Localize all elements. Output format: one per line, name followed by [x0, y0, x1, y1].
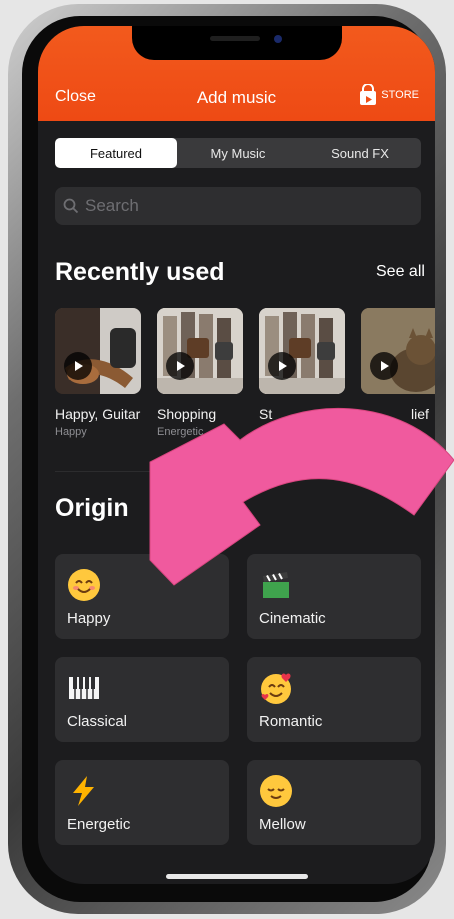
track-thumbnail: [361, 308, 435, 394]
track-name: lief: [411, 406, 429, 422]
mood-label: Energetic: [67, 816, 131, 833]
track-name: Shopping: [157, 406, 217, 422]
track-name: St: [259, 406, 273, 422]
lightning-bolt-icon: [73, 776, 94, 806]
app-screen: Close Add music STORE Featured My Music …: [38, 26, 435, 884]
recently-used-heading: Recently used: [55, 258, 225, 286]
segmented-tabs: Featured My Music Sound FX: [55, 138, 421, 168]
track-card[interactable]: St: [259, 308, 345, 425]
mood-card-happy[interactable]: Happy: [55, 554, 229, 639]
mood-label: Romantic: [259, 713, 323, 730]
track-mood: Energetic: [157, 426, 204, 438]
tab-my-music[interactable]: My Music: [177, 138, 299, 168]
play-button[interactable]: [370, 352, 398, 380]
store-label: STORE: [381, 89, 419, 101]
mood-label: Cinematic: [259, 610, 326, 627]
shopping-bag-icon: [360, 84, 377, 105]
mood-card-cinematic[interactable]: Cinematic: [247, 554, 421, 639]
search-icon: [63, 198, 79, 214]
play-icon: [177, 361, 185, 371]
track-name: Happy, Guitar: [55, 406, 141, 422]
mood-card-romantic[interactable]: Romantic: [247, 657, 421, 742]
mood-card-energetic[interactable]: Energetic: [55, 760, 229, 845]
recent-tracks-row: Happy, Guitar Happy Shopping Energetic S…: [55, 308, 435, 468]
section-divider: [55, 471, 421, 472]
track-card[interactable]: Happy, Guitar Happy: [55, 308, 141, 438]
piano-keys-icon: [69, 677, 99, 699]
mood-label: Happy: [67, 610, 111, 627]
see-all-link[interactable]: See all: [376, 263, 425, 281]
play-icon: [75, 361, 83, 371]
home-indicator[interactable]: [166, 874, 308, 879]
track-mood: Happy: [55, 426, 87, 438]
front-camera: [274, 35, 282, 43]
speaker-grille: [210, 36, 260, 41]
play-button[interactable]: [268, 352, 296, 380]
relieved-face-icon: [260, 775, 292, 807]
search-input[interactable]: [83, 195, 387, 217]
tab-featured[interactable]: Featured: [55, 138, 177, 168]
store-button[interactable]: STORE: [358, 84, 419, 106]
smiling-face-icon: [68, 569, 100, 601]
play-button[interactable]: [166, 352, 194, 380]
play-icon: [381, 361, 389, 371]
clapper-board-icon: [263, 572, 289, 598]
play-button[interactable]: [64, 352, 92, 380]
search-bar[interactable]: [55, 187, 421, 225]
mood-card-classical[interactable]: Classical: [55, 657, 229, 742]
mood-label: Classical: [67, 713, 128, 730]
mood-card-mellow[interactable]: Mellow: [247, 760, 421, 845]
device-notch: [132, 26, 342, 60]
smiling-face-with-hearts-icon: [261, 673, 291, 704]
track-card[interactable]: lief: [361, 308, 435, 425]
originals-heading: Origin: [55, 494, 129, 522]
mood-label: Mellow: [259, 816, 306, 833]
play-icon: [279, 361, 287, 371]
track-thumbnail: [55, 308, 141, 394]
track-card[interactable]: Shopping Energetic: [157, 308, 243, 438]
track-thumbnail: [157, 308, 243, 394]
tab-sound-fx[interactable]: Sound FX: [299, 138, 421, 168]
track-thumbnail: [259, 308, 345, 394]
